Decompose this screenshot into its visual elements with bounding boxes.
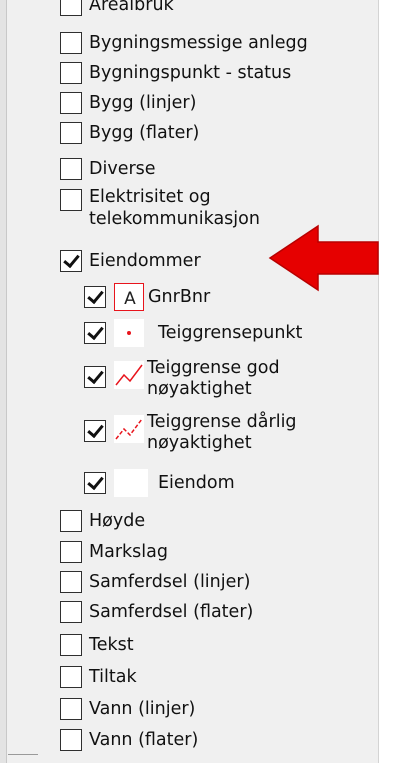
layer-checkbox[interactable] (60, 510, 82, 532)
layer-item-bygningsmessige-anlegg[interactable]: Bygningsmessige anlegg (60, 28, 308, 58)
layer-item-tiltak[interactable]: Tiltak (60, 662, 137, 692)
layer-label: Høyde (89, 510, 146, 531)
layer-checkbox[interactable] (84, 366, 106, 388)
panel-left-border (0, 0, 7, 763)
layer-checkbox[interactable] (60, 0, 82, 16)
layer-label: Eiendom (158, 472, 235, 493)
layer-label: Bygningspunkt - status (89, 62, 292, 83)
layer-label: Vann (linjer) (89, 698, 196, 719)
layer-item-gnrbnr[interactable]: A GnrBnr (84, 282, 210, 312)
layer-checkbox[interactable] (60, 698, 82, 720)
layer-label: Samferdsel (flater) (89, 601, 254, 622)
layer-label: Tiltak (89, 666, 137, 687)
layer-checkbox[interactable] (60, 158, 82, 180)
tree-bottom-edge (8, 754, 38, 763)
layer-item-teiggrense-god[interactable]: Teiggrense god nøyaktighet (84, 358, 317, 406)
layer-item-tekst[interactable]: Tekst (60, 630, 134, 660)
layer-checkbox[interactable] (84, 472, 106, 494)
layer-label: Arealbruk (89, 0, 174, 15)
layer-label: Bygg (linjer) (89, 92, 197, 113)
layer-item-arealbruk[interactable]: Arealbruk (60, 0, 174, 20)
text-A-icon: A (114, 283, 144, 311)
layer-checkbox[interactable] (60, 634, 82, 656)
layer-checkbox[interactable] (84, 420, 106, 442)
layer-label: Bygningsmessige anlegg (89, 32, 308, 53)
panel-right-edge (378, 0, 399, 763)
layer-item-bygg-flater[interactable]: Bygg (flater) (60, 118, 199, 148)
layer-checkbox[interactable] (60, 729, 82, 751)
blank-fill-icon (114, 469, 148, 497)
layer-item-bygg-linjer[interactable]: Bygg (linjer) (60, 88, 196, 118)
layer-checkbox[interactable] (84, 286, 106, 308)
layer-checkbox[interactable] (60, 32, 82, 54)
svg-text:A: A (124, 289, 136, 309)
layer-checkbox[interactable] (84, 322, 106, 344)
layer-item-hoyde[interactable]: Høyde (60, 506, 145, 536)
layer-label: Bygg (flater) (89, 122, 200, 143)
red-point-icon (114, 319, 144, 347)
layer-item-vann-linjer[interactable]: Vann (linjer) (60, 694, 195, 724)
red-arrow-left-icon (268, 224, 379, 292)
layer-checkbox[interactable] (60, 62, 82, 84)
layer-checkbox[interactable] (60, 189, 82, 211)
layer-checkbox[interactable] (60, 122, 82, 144)
layer-label: Eiendommer (89, 250, 201, 271)
layer-group-eiendommer[interactable]: Eiendommer (60, 246, 201, 276)
layer-label: Teiggrensepunkt (158, 322, 303, 343)
layer-checkbox[interactable] (60, 666, 82, 688)
layer-panel: Arealbruk Bygningsmessige anlegg Bygning… (0, 0, 399, 763)
layer-checkbox[interactable] (60, 601, 82, 623)
layer-item-markslag[interactable]: Markslag (60, 537, 168, 567)
layer-item-samferdsel-flater[interactable]: Samferdsel (flater) (60, 597, 253, 627)
layer-label: Samferdsel (linjer) (89, 571, 251, 592)
layer-item-eiendom[interactable]: Eiendom (84, 468, 235, 498)
layer-label: Diverse (89, 158, 156, 179)
layer-checkbox[interactable] (60, 541, 82, 563)
layer-item-diverse[interactable]: Diverse (60, 154, 156, 184)
layer-checkbox[interactable] (60, 250, 82, 272)
red-solid-line-icon (114, 361, 144, 389)
layer-checkbox[interactable] (60, 92, 82, 114)
layer-label: Teiggrense god nøyaktighet (147, 358, 280, 399)
layer-label: Teiggrense dårlig nøyaktighet (147, 412, 297, 453)
layer-label: Tekst (89, 634, 134, 655)
layer-label: Markslag (89, 541, 168, 562)
layer-item-samferdsel-linjer[interactable]: Samferdsel (linjer) (60, 567, 250, 597)
layer-item-teiggrense-darlig[interactable]: Teiggrense dårlig nøyaktighet (84, 412, 317, 460)
layer-item-teiggrensepunkt[interactable]: Teiggrensepunkt (84, 318, 302, 348)
layer-label: Vann (flater) (89, 729, 199, 750)
layer-item-vann-flater[interactable]: Vann (flater) (60, 725, 198, 755)
layer-label: GnrBnr (148, 286, 211, 307)
red-dashed-line-icon (114, 415, 144, 443)
layer-checkbox[interactable] (60, 571, 82, 593)
layer-item-bygningspunkt-status[interactable]: Bygningspunkt - status (60, 58, 291, 88)
